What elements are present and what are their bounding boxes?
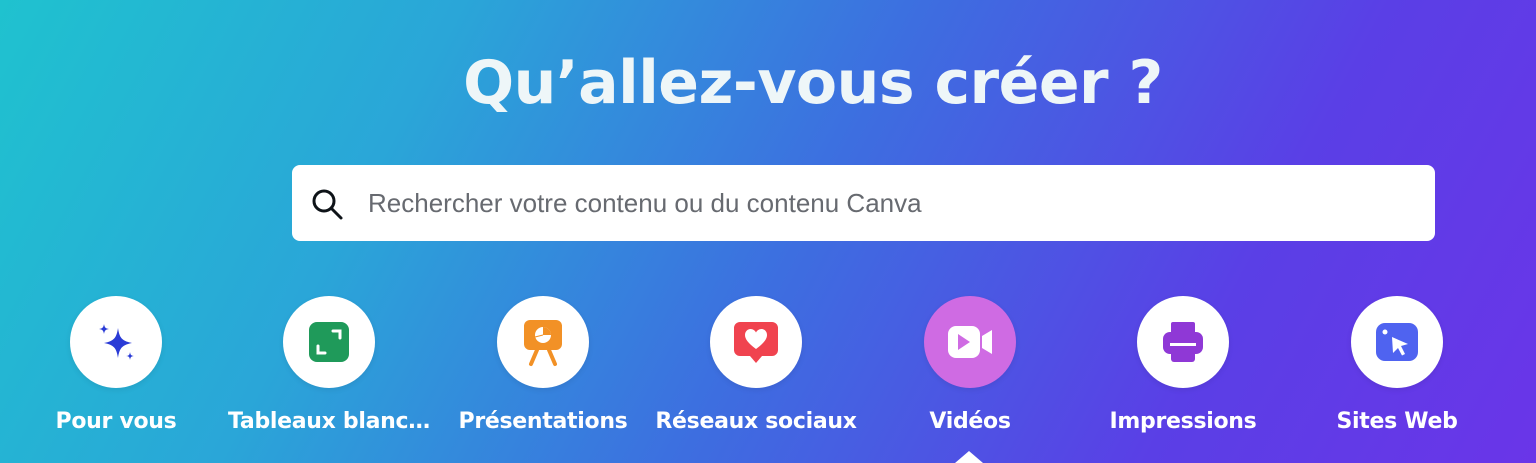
- category-circle[interactable]: [1351, 296, 1443, 388]
- category-label: Sites Web: [1336, 409, 1458, 434]
- category-sites-web[interactable]: Sites Web: [1297, 296, 1497, 446]
- heart-message-icon: [734, 322, 778, 363]
- category-label: Impressions: [1109, 409, 1257, 434]
- category-tableaux-blancs[interactable]: Tableaux blanc…: [228, 296, 430, 446]
- category-label: Tableaux blanc…: [228, 409, 430, 434]
- presentation-icon: [524, 320, 562, 366]
- category-circle[interactable]: [70, 296, 162, 388]
- category-presentations[interactable]: Présentations: [443, 296, 643, 446]
- whiteboard-icon: [309, 322, 349, 362]
- printer-icon: [1163, 322, 1203, 362]
- category-pour-vous[interactable]: Pour vous: [16, 296, 216, 446]
- category-impressions[interactable]: Impressions: [1083, 296, 1283, 446]
- category-videos[interactable]: Vidéos: [870, 296, 1070, 446]
- category-label: Présentations: [458, 409, 628, 434]
- category-circle[interactable]: [1137, 296, 1229, 388]
- sparkles-icon: [99, 324, 134, 360]
- active-tab-indicator: [955, 451, 983, 463]
- category-label: Réseaux sociaux: [655, 409, 857, 434]
- category-circle[interactable]: [497, 296, 589, 388]
- category-label: Pour vous: [55, 409, 177, 434]
- category-circle[interactable]: [710, 296, 802, 388]
- website-cursor-icon: [1376, 323, 1418, 361]
- page-title: Qu’allez-vous créer ?: [463, 48, 1163, 118]
- hero-banner: Qu’allez-vous créer ? Pour vous Tableaux: [0, 0, 1536, 463]
- category-reseaux-sociaux[interactable]: Réseaux sociaux: [655, 296, 857, 446]
- category-circle-active[interactable]: [924, 296, 1016, 388]
- search-bar[interactable]: [292, 165, 1435, 241]
- category-circle[interactable]: [283, 296, 375, 388]
- search-icon[interactable]: [310, 187, 344, 221]
- video-camera-icon: [948, 326, 992, 358]
- search-input[interactable]: [368, 183, 1408, 223]
- category-label: Vidéos: [929, 409, 1011, 434]
